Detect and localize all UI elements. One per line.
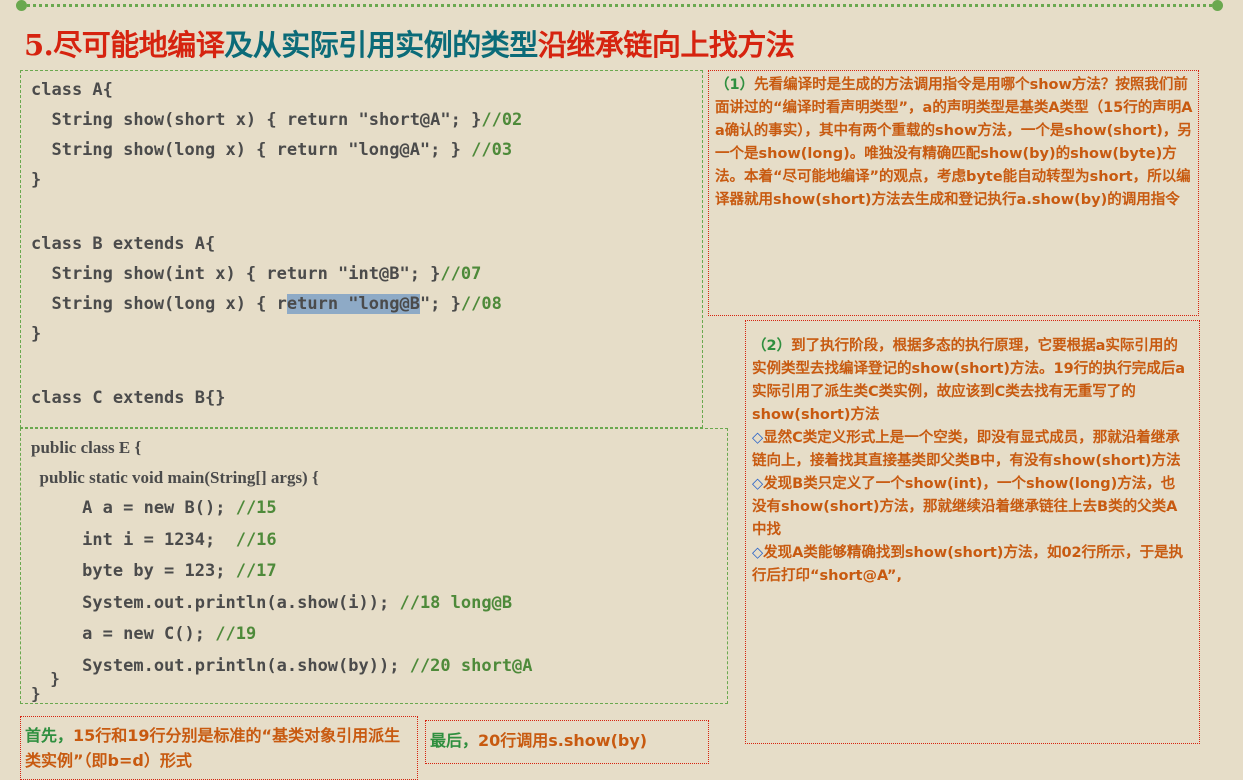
- code-main-body: A a = new B(); //15 int i = 1234; //16 b…: [31, 493, 533, 682]
- code-line: int i = 1234; //16: [31, 529, 277, 550]
- note-text: 先看编译时是生成的方法调用指令是用哪个show方法？按照我们前面讲过的“编译时看…: [715, 77, 1193, 208]
- note-para: ◇发现B类只定义了一个show(int)，一个show(long)方法，也没有s…: [752, 476, 1178, 538]
- note-first: 首先，15行和19行分别是标准的“基类对象引用派生类实例”（即b=d）形式: [20, 716, 418, 780]
- code-line: System.out.println(a.show(by)); //20 sho…: [31, 655, 533, 676]
- code-line: byte by = 123; //17: [31, 561, 277, 581]
- note-para: ◇显然C类定义形式上是一个空类，即没有显式成员，那就沿着继承链向上，接着找其直接…: [752, 430, 1181, 469]
- code-main-header: public class E { public static void main…: [31, 433, 319, 493]
- slide-title: 5.尽可能地编译及从实际引用实例的类型沿继承链向上找方法: [24, 22, 795, 66]
- title-part3: 沿继承链向上找方法: [537, 28, 795, 62]
- code-main-closing: }}: [31, 669, 60, 703]
- text-selection-highlight: eturn "long@B: [286, 294, 420, 314]
- title-part2: 及从实际引用实例的类型: [224, 28, 538, 62]
- note-compile-stage: （1）先看编译时是生成的方法调用指令是用哪个show方法？按照我们前面讲过的“编…: [708, 70, 1199, 316]
- note-runtime-stage: （2）到了执行阶段，根据多态的执行原理，它要根据a实际引用的实例类型去找编译登记…: [745, 320, 1200, 744]
- code-line: String show(short x) { return "short@A";…: [31, 110, 523, 130]
- note-para: （2）到了执行阶段，根据多态的执行原理，它要根据a实际引用的实例类型去找编译登记…: [752, 338, 1186, 423]
- code-line: a = new C(); //19: [31, 624, 257, 644]
- code-line: class C extends B{}: [31, 388, 226, 408]
- code-line: }: [31, 324, 42, 344]
- code-line: A a = new B(); //15: [31, 498, 277, 518]
- code-line: public class E {: [31, 438, 142, 457]
- code-box-classes: class A{ String show(short x) { return "…: [20, 70, 703, 428]
- top-divider: [16, 0, 1223, 11]
- divider-dot-right: [1212, 0, 1223, 11]
- divider-dot-left: [16, 0, 27, 11]
- title-number: 5.: [24, 28, 54, 62]
- note-para: ◇发现A类能够精确找到show(short)方法，如02行所示，于是执行后打印“…: [752, 545, 1184, 584]
- code-line: String show(int x) { return "int@B"; }//…: [31, 264, 482, 284]
- code-line: class B extends A{: [31, 234, 216, 254]
- note-number: （1）: [715, 77, 755, 93]
- diamond-bullet-icon: ◇: [752, 430, 764, 446]
- code-line: String show(long x) { return "long@A"; }…: [31, 140, 513, 160]
- title-part1: 尽可能地编译: [53, 28, 225, 62]
- code-line: String show(long x) { return "long@B"; }…: [31, 294, 502, 314]
- code-line: System.out.println(a.show(i)); //18 long…: [31, 592, 513, 613]
- code-listing-classes: class A{ String show(short x) { return "…: [31, 75, 522, 413]
- diamond-bullet-icon: ◇: [752, 476, 764, 492]
- code-line: }: [31, 170, 42, 190]
- code-line: class A{: [31, 80, 113, 100]
- diamond-bullet-icon: ◇: [752, 545, 764, 561]
- code-box-main: public class E { public static void main…: [20, 428, 728, 704]
- code-line: public static void main(String[] args) {: [31, 468, 319, 487]
- note-last: 最后，20行调用s.show(by): [425, 720, 709, 764]
